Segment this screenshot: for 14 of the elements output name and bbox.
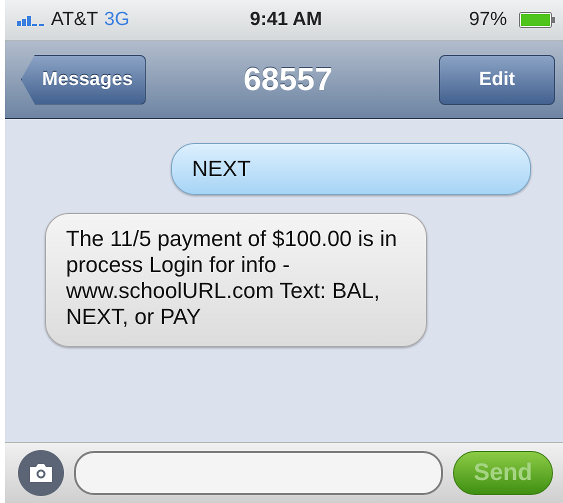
conversation-title: 68557 bbox=[244, 61, 332, 98]
clock-time: 9:41 AM bbox=[250, 9, 322, 31]
edit-button[interactable]: Edit bbox=[439, 54, 555, 104]
sent-message: NEXT bbox=[171, 143, 531, 195]
message-input[interactable] bbox=[74, 451, 443, 495]
camera-button[interactable] bbox=[18, 450, 64, 496]
carrier-name: AT&T bbox=[51, 9, 98, 31]
received-message: The 11/5 payment of $100.00 is in process Login for info - www.schoolURL.com Text: BAL, NEXT, or PAY bbox=[45, 213, 427, 347]
back-button[interactable]: Messages bbox=[21, 54, 146, 104]
battery-percent: 97% bbox=[468, 9, 507, 31]
network-type: 3G bbox=[104, 9, 130, 31]
signal-icon bbox=[17, 14, 45, 26]
camera-icon bbox=[28, 463, 54, 483]
battery-icon bbox=[519, 12, 555, 28]
